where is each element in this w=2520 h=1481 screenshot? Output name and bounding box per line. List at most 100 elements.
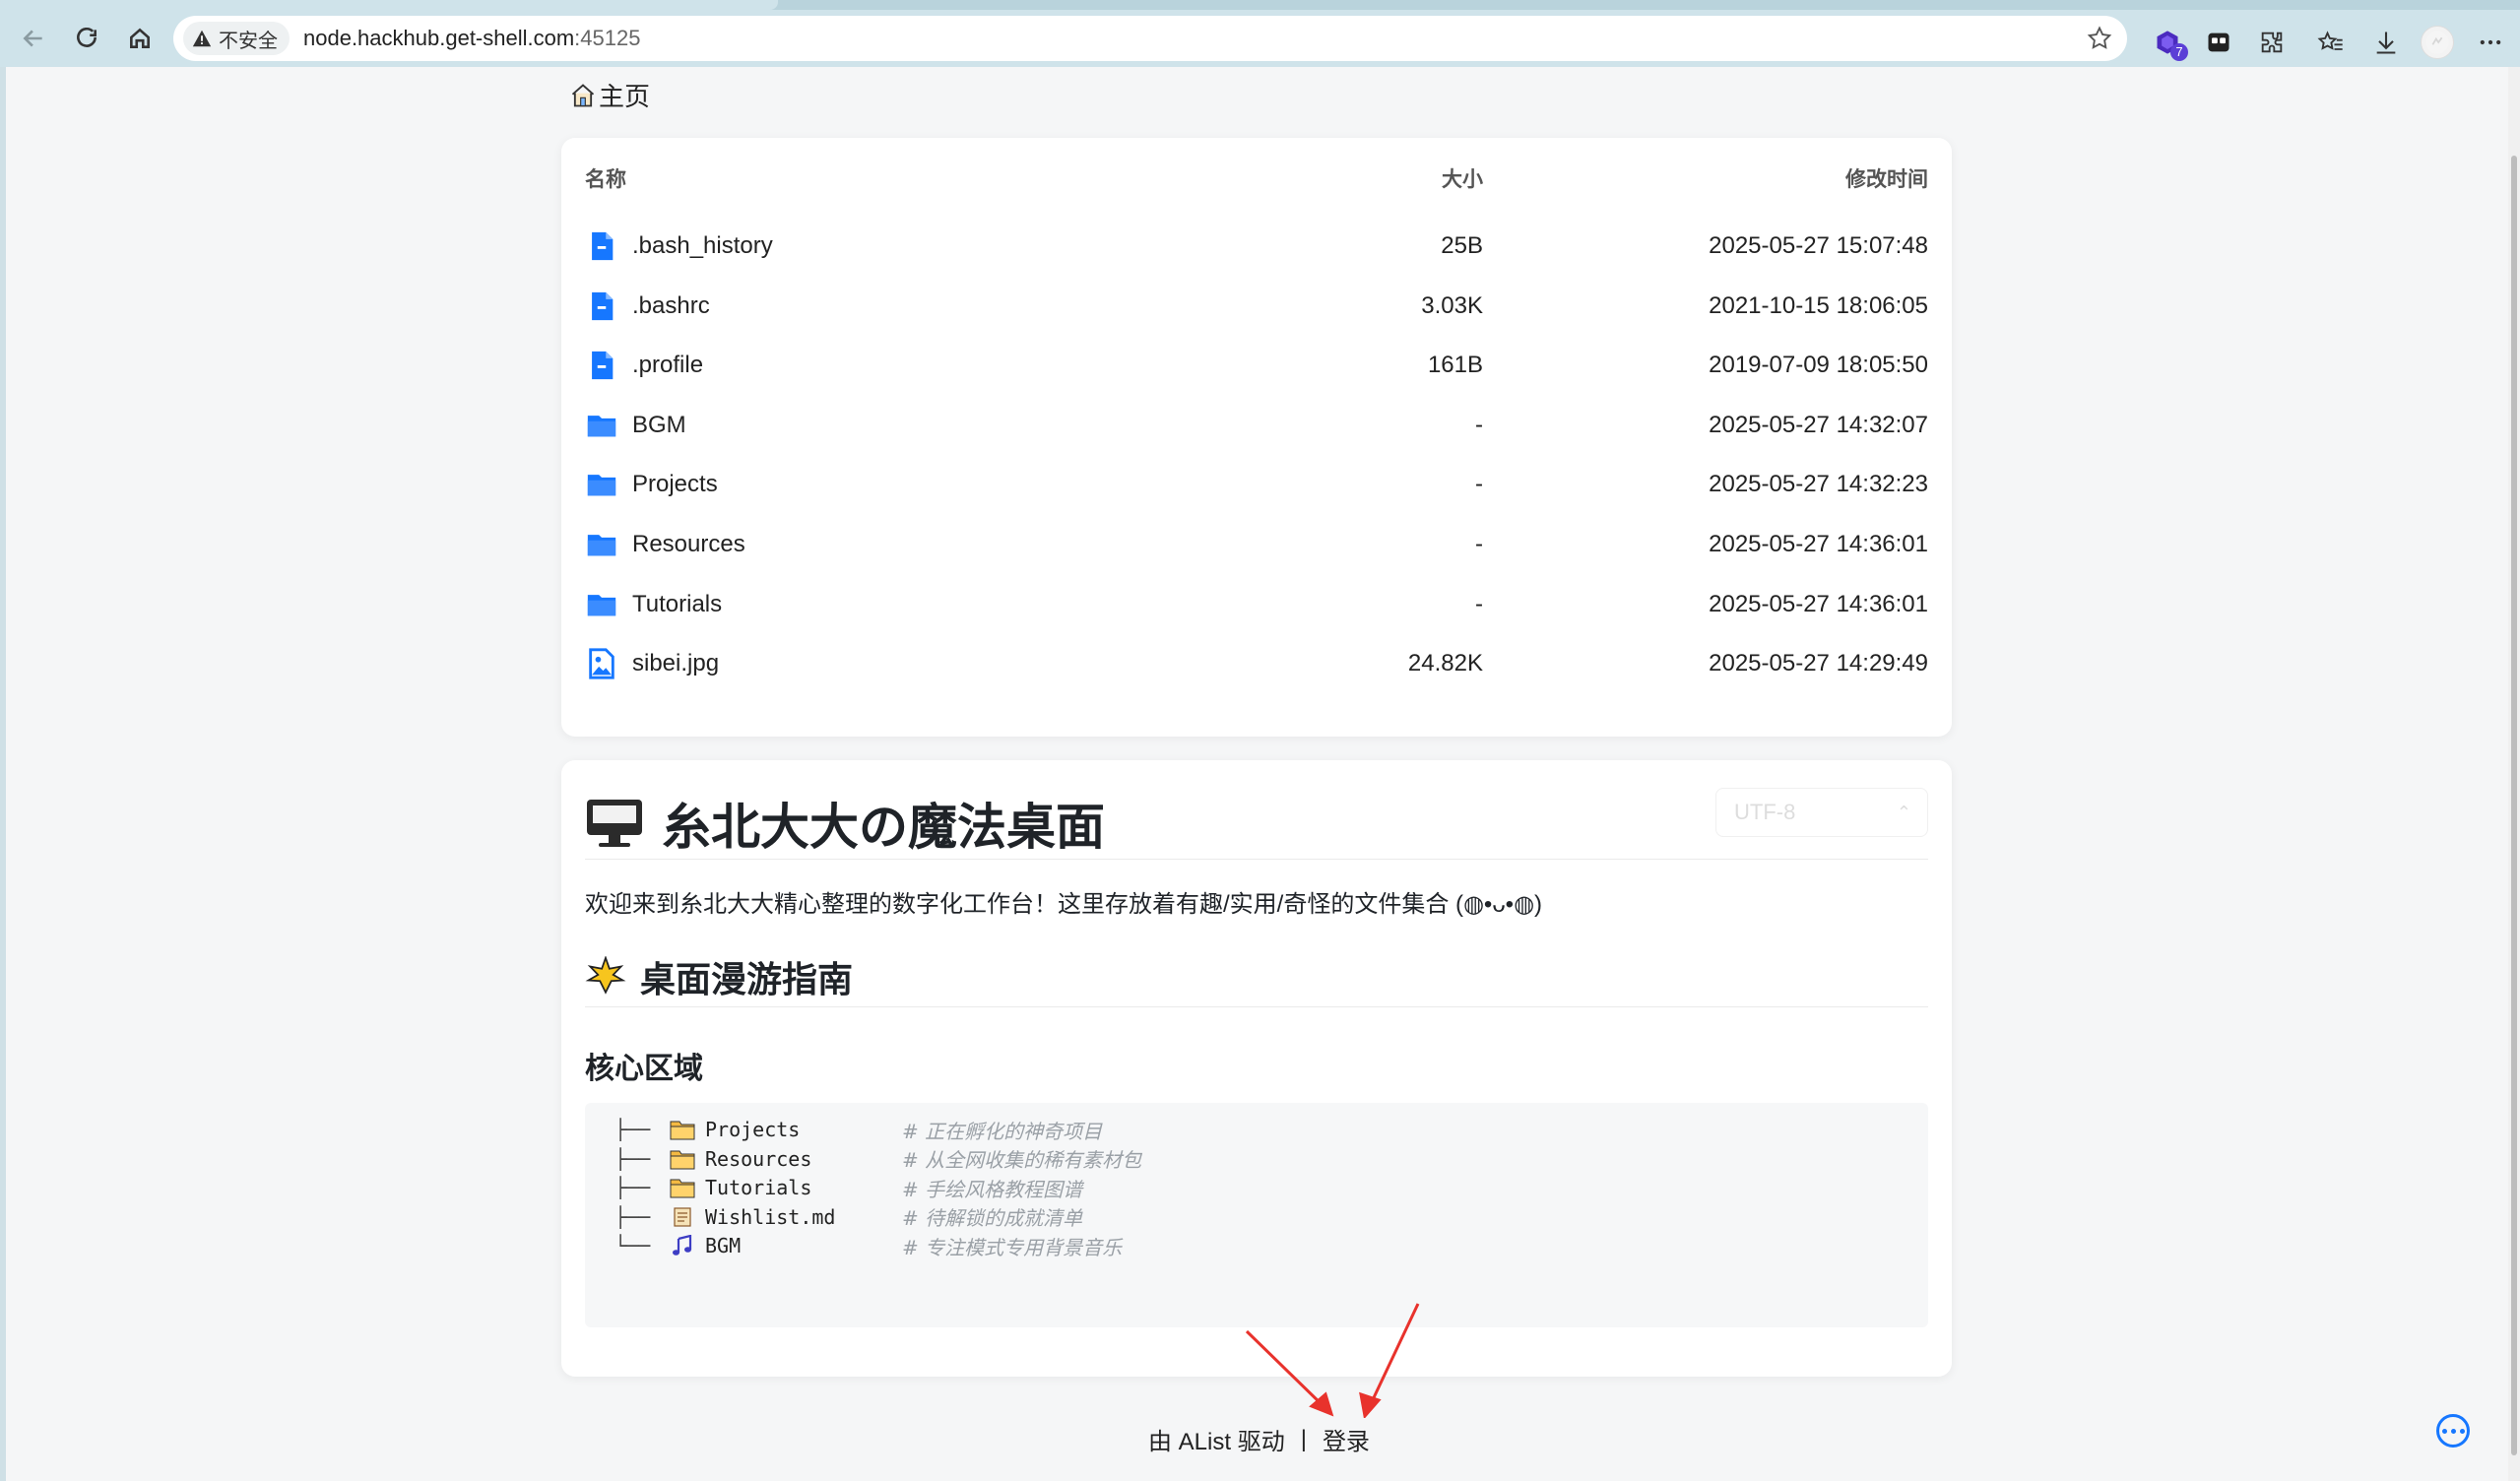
url-text[interactable]: node.hackhub.get-shell.com:45125	[303, 26, 640, 51]
tree-branch: ├──	[614, 1146, 651, 1171]
file-name-cell[interactable]: .bash_history	[585, 229, 773, 263]
scrollbar-thumb[interactable]	[2511, 156, 2517, 1455]
dot-icon	[2441, 1428, 2447, 1434]
profile-avatar[interactable]	[2421, 26, 2454, 59]
downloads-button[interactable]	[2369, 26, 2403, 59]
file-modified: 2025-05-27 14:36:01	[1709, 531, 1928, 557]
house-icon	[571, 83, 595, 106]
file-row[interactable]: Projects - 2025-05-27 14:32:23	[585, 457, 1928, 512]
guide-divider	[585, 1006, 1928, 1007]
file-icon	[585, 229, 618, 263]
file-row[interactable]: BGM - 2025-05-27 14:32:07	[585, 398, 1928, 453]
tree-branch: ├──	[614, 1176, 651, 1199]
file-row[interactable]: .bash_history 25B 2025-05-27 15:07:48	[585, 219, 1928, 274]
file-row[interactable]: Tutorials - 2025-05-27 14:36:01	[585, 577, 1928, 632]
favorite-star-icon[interactable]	[2086, 25, 2113, 52]
encoding-select[interactable]: UTF-8 ⌃	[1715, 788, 1928, 837]
header-modified[interactable]: 修改时间	[1845, 163, 1928, 193]
welcome-text: 欢迎来到糸北大大精心整理的数字化工作台！这里存放着有趣/实用/奇怪的文件集合 (…	[585, 891, 1543, 918]
header-name[interactable]: 名称	[585, 163, 626, 193]
file-modified: 2025-05-27 14:32:07	[1709, 411, 1928, 438]
home-button[interactable]	[120, 19, 160, 58]
file-name[interactable]: .profile	[632, 352, 703, 379]
tree-branch: └──	[614, 1234, 651, 1257]
tree-line: └── BGM # 专注模式专用背景音乐	[614, 1231, 1122, 1260]
file-name[interactable]: sibei.jpg	[632, 650, 719, 677]
settings-more-button[interactable]	[2474, 26, 2507, 59]
file-name-cell[interactable]: Projects	[585, 468, 718, 501]
file-name[interactable]: BGM	[632, 412, 686, 439]
breadcrumb-home[interactable]: 主页	[599, 77, 650, 113]
tree-item-name: Tutorials	[705, 1176, 812, 1199]
file-name[interactable]: .bash_history	[632, 232, 773, 260]
login-link[interactable]: 登录	[1323, 1422, 1370, 1456]
page-scrollbar[interactable]	[2508, 67, 2520, 1481]
address-bar[interactable]: 不安全 node.hackhub.get-shell.com:45125	[173, 16, 2127, 61]
more-options-button[interactable]	[2436, 1414, 2470, 1448]
file-name-cell[interactable]: Resources	[585, 528, 745, 561]
security-indicator[interactable]: 不安全	[183, 22, 290, 55]
file-row[interactable]: Resources - 2025-05-27 14:36:01	[585, 517, 1928, 572]
annotation-arrows	[1245, 1303, 1420, 1418]
extension-button-2[interactable]	[2202, 26, 2235, 59]
breadcrumb[interactable]: 主页	[569, 77, 650, 113]
file-name[interactable]: Tutorials	[632, 591, 722, 618]
powered-by-link[interactable]: 由 AList 驱动	[1148, 1422, 1285, 1456]
tree-branch: ├──	[614, 1118, 651, 1141]
image-icon	[585, 647, 618, 680]
annotation-arrow-left	[1245, 1329, 1327, 1410]
file-size: -	[1475, 531, 1483, 557]
file-row[interactable]: sibei.jpg 24.82K 2025-05-27 14:29:49	[585, 636, 1928, 691]
folder-emoji-icon	[670, 1148, 695, 1170]
back-button[interactable]	[14, 19, 53, 58]
extensions-button[interactable]	[2255, 26, 2289, 59]
reload-button[interactable]	[67, 19, 106, 58]
tree-line: ├── Projects # 正在孵化的神奇项目	[614, 1115, 1102, 1144]
file-name[interactable]: .bashrc	[632, 292, 710, 320]
tree-item-comment: # 正在孵化的神奇项目	[902, 1119, 1103, 1143]
file-name-cell[interactable]: Tutorials	[585, 588, 722, 621]
file-row[interactable]: .profile 161B 2019-07-09 18:05:50	[585, 338, 1928, 393]
header-size[interactable]: 大小	[1442, 163, 1483, 193]
file-modified: 2025-05-27 14:32:23	[1709, 471, 1928, 498]
warning-icon	[192, 30, 212, 47]
folder-emoji-icon	[670, 1177, 695, 1198]
tree-line: ├── Tutorials # 手绘风格教程图谱	[614, 1173, 1082, 1202]
home-icon	[130, 28, 150, 48]
file-name-cell[interactable]: BGM	[585, 409, 686, 442]
tree-item-comment: # 手绘风格教程图谱	[902, 1177, 1083, 1201]
browser-toolbar: 不安全 node.hackhub.get-shell.com:45125 7	[0, 10, 2520, 67]
file-name[interactable]: Projects	[632, 471, 718, 498]
file-name-cell[interactable]: sibei.jpg	[585, 647, 719, 680]
download-icon	[2376, 32, 2396, 54]
folder-icon	[585, 468, 618, 501]
file-modified: 2021-10-15 18:06:05	[1709, 291, 1928, 319]
file-list-header: 名称 大小 修改时间	[585, 163, 1928, 193]
guide-heading-text: 桌面漫游指南	[640, 959, 854, 999]
tree-item-name: Resources	[705, 1146, 812, 1171]
file-name-cell[interactable]: .bashrc	[585, 290, 710, 323]
encoding-value: UTF-8	[1734, 800, 1796, 824]
file-name[interactable]: Resources	[632, 531, 745, 558]
tree-branch: ├──	[614, 1204, 651, 1229]
title-divider	[585, 859, 1928, 860]
file-name-cell[interactable]: .profile	[585, 349, 703, 382]
file-modified: 2025-05-27 14:36:01	[1709, 590, 1928, 617]
file-row[interactable]: .bashrc 3.03K 2021-10-15 18:06:05	[585, 279, 1928, 334]
desktop-computer-icon	[587, 800, 642, 847]
file-size: 24.82K	[1407, 650, 1483, 677]
file-list-card: 名称 大小 修改时间 .bash_history 25B 2025-05-27 15…	[561, 138, 1952, 737]
active-tab[interactable]	[0, 0, 778, 10]
readme-card: 糸北大大の魔法桌面 UTF-8 ⌃ 欢迎来到糸北大大精心整理的数字化工作台！这里…	[561, 760, 1952, 1377]
dot-icon	[2459, 1428, 2465, 1434]
folder-icon	[585, 588, 618, 621]
file-size: 25B	[1441, 232, 1483, 259]
tree-item-name: Wishlist.md	[705, 1204, 836, 1229]
reload-icon	[77, 27, 97, 47]
footer-separator: |	[1300, 1425, 1307, 1452]
favorites-button[interactable]	[2314, 26, 2348, 59]
security-label: 不安全	[219, 30, 278, 52]
extension-badge: 7	[2170, 43, 2188, 61]
file-size: -	[1475, 590, 1483, 617]
extension-button[interactable]: 7	[2151, 26, 2188, 61]
